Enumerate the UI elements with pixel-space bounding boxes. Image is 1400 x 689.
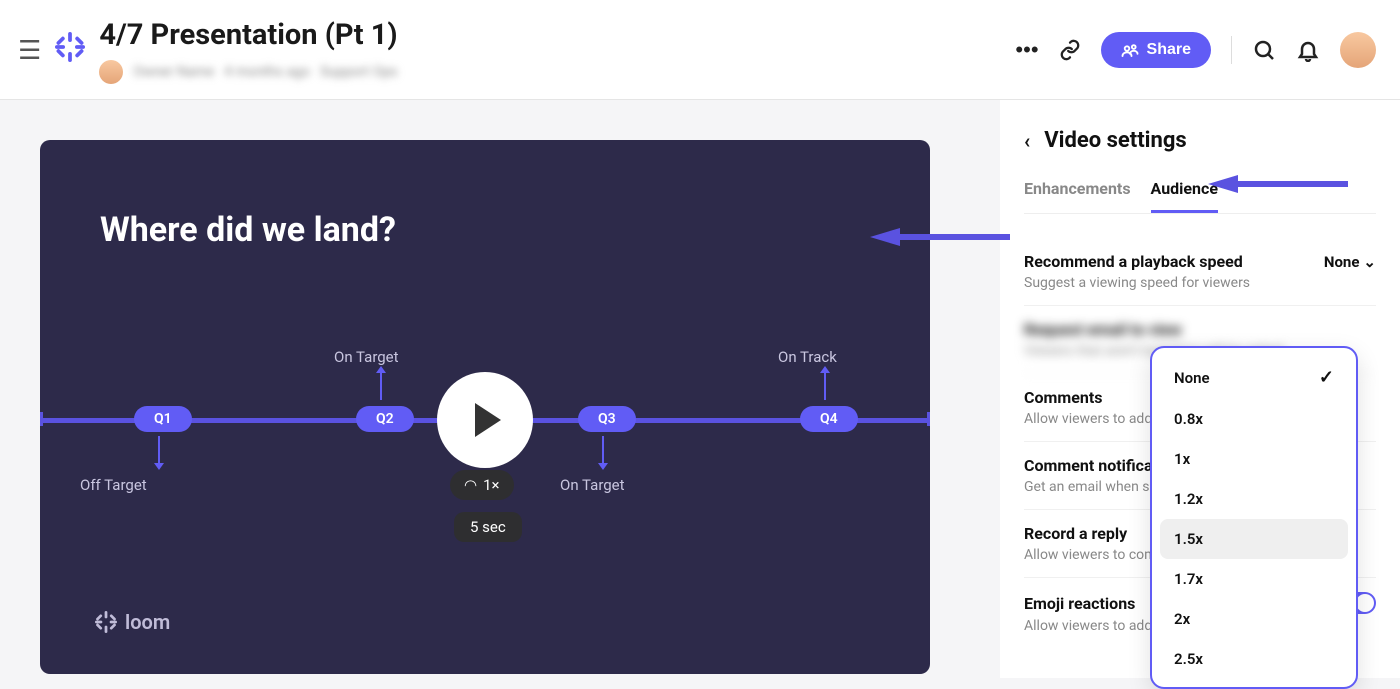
share-button[interactable]: Share xyxy=(1101,32,1211,68)
arrow-up-icon xyxy=(380,372,382,400)
menu-icon[interactable]: ☰ xyxy=(18,36,41,66)
playback-speed-chip[interactable]: ◠ 1× xyxy=(450,470,514,500)
header-left: ☰ 4/7 Presentation (Pt 1) Owner Name 4 m… xyxy=(18,18,398,84)
quarter-badge: Q4 xyxy=(800,406,858,432)
quarter-badge: Q3 xyxy=(578,406,636,432)
video-area: Where did we land? Q1 Q2 Q3 Q4 Off Targe… xyxy=(0,100,1000,678)
arrow-down-icon xyxy=(158,436,160,464)
setting-title: Emoji reactions xyxy=(1024,594,1135,613)
bell-icon[interactable] xyxy=(1296,38,1320,62)
share-label: Share xyxy=(1147,41,1191,59)
chevron-down-icon: ⌄ xyxy=(1363,253,1376,271)
annotation-arrow xyxy=(870,225,1010,249)
panel-title: Video settings xyxy=(1044,128,1186,153)
speed-value: 1× xyxy=(483,476,499,494)
q2-label: On Target xyxy=(334,348,399,366)
annotation-arrow xyxy=(1208,172,1348,196)
speed-option-2x[interactable]: 2x xyxy=(1160,599,1348,639)
brand-watermark: loom xyxy=(95,610,170,634)
setting-hint: Suggest a viewing speed for viewers xyxy=(1024,275,1376,291)
video-frame: Where did we land? Q1 Q2 Q3 Q4 Off Targe… xyxy=(40,140,930,674)
panel-header: ‹ Video settings xyxy=(1024,128,1376,153)
link-icon[interactable] xyxy=(1059,39,1081,61)
speed-option-17x[interactable]: 1.7x xyxy=(1160,559,1348,599)
speed-option-08x[interactable]: 0.8x xyxy=(1160,399,1348,439)
header-right: ••• Share xyxy=(1015,32,1376,68)
main-content: Where did we land? Q1 Q2 Q3 Q4 Off Targe… xyxy=(0,100,1400,678)
setting-playback-speed: Recommend a playback speed None ⌄ Sugges… xyxy=(1024,238,1376,306)
q4-label: On Track xyxy=(778,348,837,366)
quarter-badge: Q1 xyxy=(134,406,192,432)
q3-label: On Target xyxy=(560,476,625,494)
q1-label: Off Target xyxy=(80,476,147,494)
meta-folder: Support Ops xyxy=(320,64,398,80)
user-avatar[interactable] xyxy=(1340,32,1376,68)
gauge-icon: ◠ xyxy=(464,476,477,494)
play-button[interactable] xyxy=(437,372,533,468)
setting-title: Request email to view xyxy=(1024,320,1376,339)
tab-enhancements[interactable]: Enhancements xyxy=(1024,173,1131,213)
quarter-badge: Q2 xyxy=(356,406,414,432)
check-icon: ✓ xyxy=(1319,367,1334,388)
meta-time: 4 months ago xyxy=(224,64,310,80)
timeline-tick xyxy=(40,412,43,426)
page-title: 4/7 Presentation (Pt 1) xyxy=(99,18,397,52)
logo-icon[interactable] xyxy=(55,32,85,66)
speed-option-15x[interactable]: 1.5x xyxy=(1160,519,1348,559)
divider xyxy=(1231,36,1232,64)
title-block: 4/7 Presentation (Pt 1) Owner Name 4 mon… xyxy=(99,18,397,84)
back-icon[interactable]: ‹ xyxy=(1024,129,1030,153)
search-icon[interactable] xyxy=(1252,38,1276,62)
timeline-tick xyxy=(927,412,930,426)
speed-option-none[interactable]: None✓ xyxy=(1160,356,1348,399)
speed-option-25x[interactable]: 2.5x xyxy=(1160,639,1348,679)
speed-option-1x[interactable]: 1x xyxy=(1160,439,1348,479)
selected-value: None xyxy=(1324,253,1360,271)
play-icon xyxy=(475,403,501,437)
setting-title: Recommend a playback speed xyxy=(1024,252,1243,271)
playback-speed-dropdown: None✓ 0.8x 1x 1.2x 1.5x 1.7x 2x 2.5x xyxy=(1150,346,1358,689)
more-icon[interactable]: ••• xyxy=(1015,37,1038,63)
brand-text: loom xyxy=(125,610,170,634)
slide-title: Where did we land? xyxy=(100,210,396,250)
meta-author: Owner Name xyxy=(133,64,214,80)
playback-speed-selector[interactable]: None ⌄ xyxy=(1324,253,1376,271)
arrow-down-icon xyxy=(602,436,604,464)
app-header: ☰ 4/7 Presentation (Pt 1) Owner Name 4 m… xyxy=(0,0,1400,100)
author-avatar[interactable] xyxy=(99,60,123,84)
arrow-up-icon xyxy=(824,372,826,400)
duration-chip: 5 sec xyxy=(454,512,522,542)
speed-option-12x[interactable]: 1.2x xyxy=(1160,479,1348,519)
meta-row: Owner Name 4 months ago Support Ops xyxy=(99,60,397,84)
